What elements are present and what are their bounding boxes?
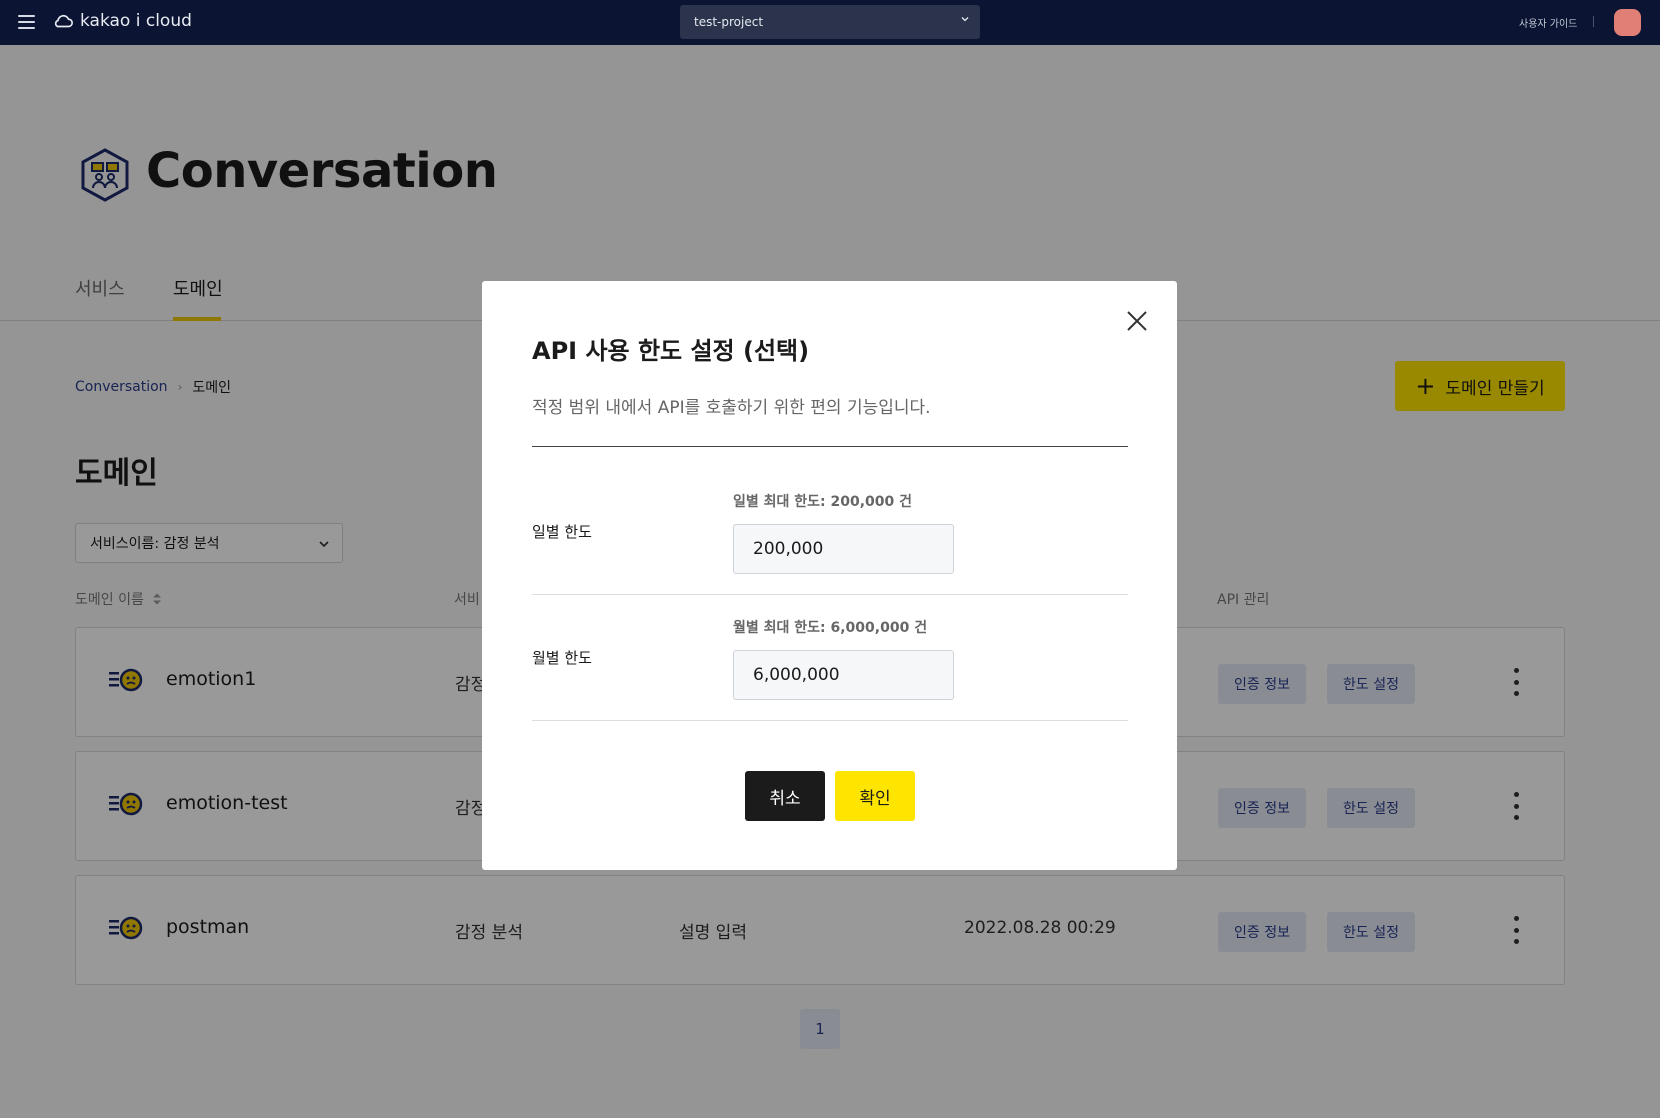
daily-limit-label: 일별 한도 [532, 523, 592, 541]
project-name: test-project [694, 15, 764, 29]
header-divider [1593, 16, 1594, 27]
project-selector[interactable]: test-project [680, 5, 980, 39]
close-icon[interactable] [1124, 308, 1150, 334]
monthly-limit-label: 월별 한도 [532, 649, 592, 667]
confirm-button[interactable]: 확인 [835, 771, 915, 821]
top-navigation-bar: kakao i cloud test-project 사용자 가이드 [0, 0, 1660, 45]
daily-limit-input[interactable] [733, 524, 954, 574]
api-limit-modal: API 사용 한도 설정 (선택) 적정 범위 내에서 API를 호출하기 위한… [482, 281, 1177, 870]
cancel-button[interactable]: 취소 [745, 771, 825, 821]
user-guide-link[interactable]: 사용자 가이드 [1519, 15, 1577, 30]
modal-description: 적정 범위 내에서 API를 호출하기 위한 편의 기능입니다. [532, 398, 931, 418]
cloud-icon [54, 14, 73, 28]
menu-icon[interactable] [18, 15, 35, 29]
modal-title: API 사용 한도 설정 (선택) [532, 337, 810, 365]
avatar[interactable] [1614, 9, 1641, 36]
brand-logo[interactable]: kakao i cloud [52, 11, 192, 31]
chevron-down-icon [961, 17, 969, 22]
monthly-limit-hint: 월별 최대 한도: 6,000,000 건 [733, 620, 928, 636]
field-divider [532, 594, 1128, 595]
field-divider [532, 720, 1128, 721]
monthly-limit-input[interactable] [733, 650, 954, 700]
daily-limit-hint: 일별 최대 한도: 200,000 건 [733, 494, 913, 510]
brand-name: kakao i cloud [80, 11, 192, 31]
modal-divider [532, 446, 1128, 447]
